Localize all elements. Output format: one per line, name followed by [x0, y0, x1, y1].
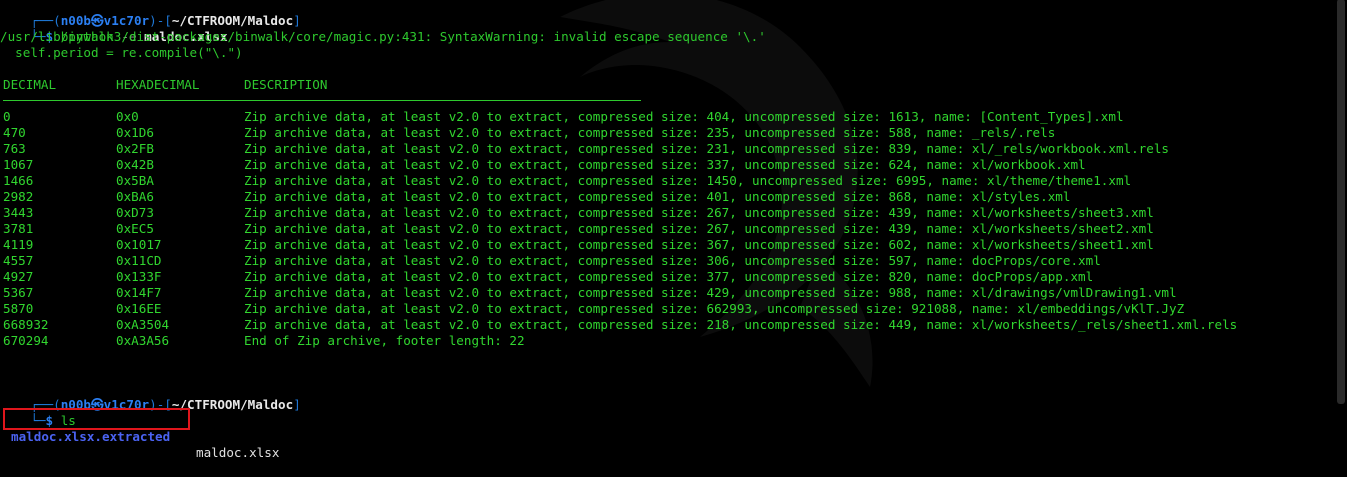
row-decimal: 5870 [3, 301, 34, 316]
row-decimal: 0 [3, 109, 11, 124]
row-description: Zip archive data, at least v2.0 to extra… [244, 237, 1154, 252]
row-hexadecimal: 0x11CD [116, 253, 162, 268]
row-description: Zip archive data, at least v2.0 to extra… [244, 285, 1177, 300]
row-decimal: 4557 [3, 253, 34, 268]
table-row: 4927 0x133F Zip archive data, at least v2.… [0, 269, 1330, 285]
row-hexadecimal: 0xBA6 [116, 189, 154, 204]
table-row: 3443 0xD73 Zip archive data, at least v2.0… [0, 205, 1330, 221]
table-row: 763 0x2FB Zip archive data, at least v2.0 … [0, 141, 1330, 157]
row-description: Zip archive data, at least v2.0 to extra… [244, 221, 1154, 236]
table-header: DECIMAL HEXADECIMAL DESCRIPTION [0, 77, 700, 93]
row-description: End of Zip archive, footer length: 22 [244, 333, 525, 348]
syntax-warning-line: /usr/lib/python3/dist-packages/binwalk/c… [0, 29, 766, 44]
prompt-header-2: ┌──(n00b㉿v1c70r)-[~/CTFROOM/Maldoc] [0, 381, 300, 412]
table-row: 668932 0xA3504 Zip archive data, at least … [0, 317, 1330, 333]
terminal-scrollbar[interactable] [1337, 0, 1345, 404]
row-decimal: 1466 [3, 173, 34, 188]
table-row: 470 0x1D6 Zip archive data, at least v2.0 … [0, 125, 1330, 141]
row-decimal: 2982 [3, 189, 34, 204]
row-hexadecimal: 0x14F7 [116, 285, 162, 300]
prompt-frame-end: ] [293, 13, 301, 28]
row-hexadecimal: 0xA3504 [116, 317, 170, 332]
extracted-directory[interactable]: maldoc.xlsx.extracted [11, 429, 170, 445]
prompt-command-line-1: └─$ binwalk -e maldoc.xlsx [0, 13, 227, 44]
row-decimal: 670294 [3, 333, 49, 348]
row-description: Zip archive data, at least v2.0 to extra… [244, 173, 1132, 188]
row-hexadecimal: 0x42B [116, 157, 154, 172]
header-decimal: DECIMAL [3, 77, 57, 92]
row-description: Zip archive data, at least v2.0 to extra… [244, 205, 1154, 220]
row-description: Zip archive data, at least v2.0 to extra… [244, 317, 1238, 332]
row-description: Zip archive data, at least v2.0 to extra… [244, 157, 1086, 172]
row-decimal: 3781 [3, 221, 34, 236]
prompt-path-2: ~/CTFROOM/Maldoc [171, 397, 294, 412]
row-hexadecimal: 0xEC5 [116, 221, 154, 236]
row-decimal: 763 [3, 141, 26, 156]
prompt-frame-end-2: ] [293, 397, 301, 412]
row-hexadecimal: 0x133F [116, 269, 162, 284]
row-description: Zip archive data, at least v2.0 to extra… [244, 189, 1071, 204]
terminal-window[interactable]: ┌──(n00b㉿v1c70r)-[~/CTFROOM/Maldoc] └─$ … [0, 0, 1347, 460]
header-hexadecimal: HEXADECIMAL [116, 77, 200, 92]
table-row: 670294 0xA3A56 End of Zip archive, footer … [0, 333, 1330, 349]
highlight-annotation-box [3, 408, 190, 430]
row-decimal: 4927 [3, 269, 34, 284]
table-row: 0 0x0 Zip archive data, at least v2.0 to e… [0, 109, 1330, 125]
row-description: Zip archive data, at least v2.0 to extra… [244, 141, 1170, 156]
syntax-warning-code: self.period = re.compile("\.") [0, 45, 243, 60]
row-description: Zip archive data, at least v2.0 to extra… [244, 125, 1056, 140]
row-hexadecimal: 0xD73 [116, 205, 154, 220]
row-description: Zip archive data, at least v2.0 to extra… [244, 253, 1101, 268]
header-divider [3, 100, 641, 101]
row-decimal: 4119 [3, 237, 34, 252]
row-decimal: 470 [3, 125, 26, 140]
prompt-header-1: ┌──(n00b㉿v1c70r)-[~/CTFROOM/Maldoc] [0, 0, 300, 28]
row-description: Zip archive data, at least v2.0 to extra… [244, 301, 1185, 316]
table-row: 4119 0x1017 Zip archive data, at least v2.… [0, 237, 1330, 253]
row-hexadecimal: 0x2FB [116, 141, 154, 156]
table-row: 1067 0x42B Zip archive data, at least v2.0… [0, 157, 1330, 173]
row-hexadecimal: 0x5BA [116, 173, 154, 188]
row-hexadecimal: 0xA3A56 [116, 333, 170, 348]
row-hexadecimal: 0x0 [116, 109, 139, 124]
row-hexadecimal: 0x1D6 [116, 125, 154, 140]
table-row: 2982 0xBA6 Zip archive data, at least v2.0… [0, 189, 1330, 205]
row-hexadecimal: 0x16EE [116, 301, 162, 316]
row-description: Zip archive data, at least v2.0 to extra… [244, 269, 1094, 284]
table-row: 1466 0x5BA Zip archive data, at least v2.0… [0, 173, 1330, 189]
row-description: Zip archive data, at least v2.0 to extra… [244, 109, 1124, 124]
table-row: 4557 0x11CD Zip archive data, at least v2.… [0, 253, 1330, 269]
table-row: 5367 0x14F7 Zip archive data, at least v2.… [0, 285, 1330, 301]
row-hexadecimal: 0x1017 [116, 237, 162, 252]
table-row: 5870 0x16EE Zip archive data, at least v2.… [0, 301, 1330, 317]
row-decimal: 668932 [3, 317, 49, 332]
header-description: DESCRIPTION [244, 77, 328, 92]
row-decimal: 3443 [3, 205, 34, 220]
row-decimal: 1067 [3, 157, 34, 172]
row-decimal: 5367 [3, 285, 34, 300]
xlsx-file[interactable]: maldoc.xlsx [196, 445, 279, 461]
table-row: 3781 0xEC5 Zip archive data, at least v2.0… [0, 221, 1330, 237]
